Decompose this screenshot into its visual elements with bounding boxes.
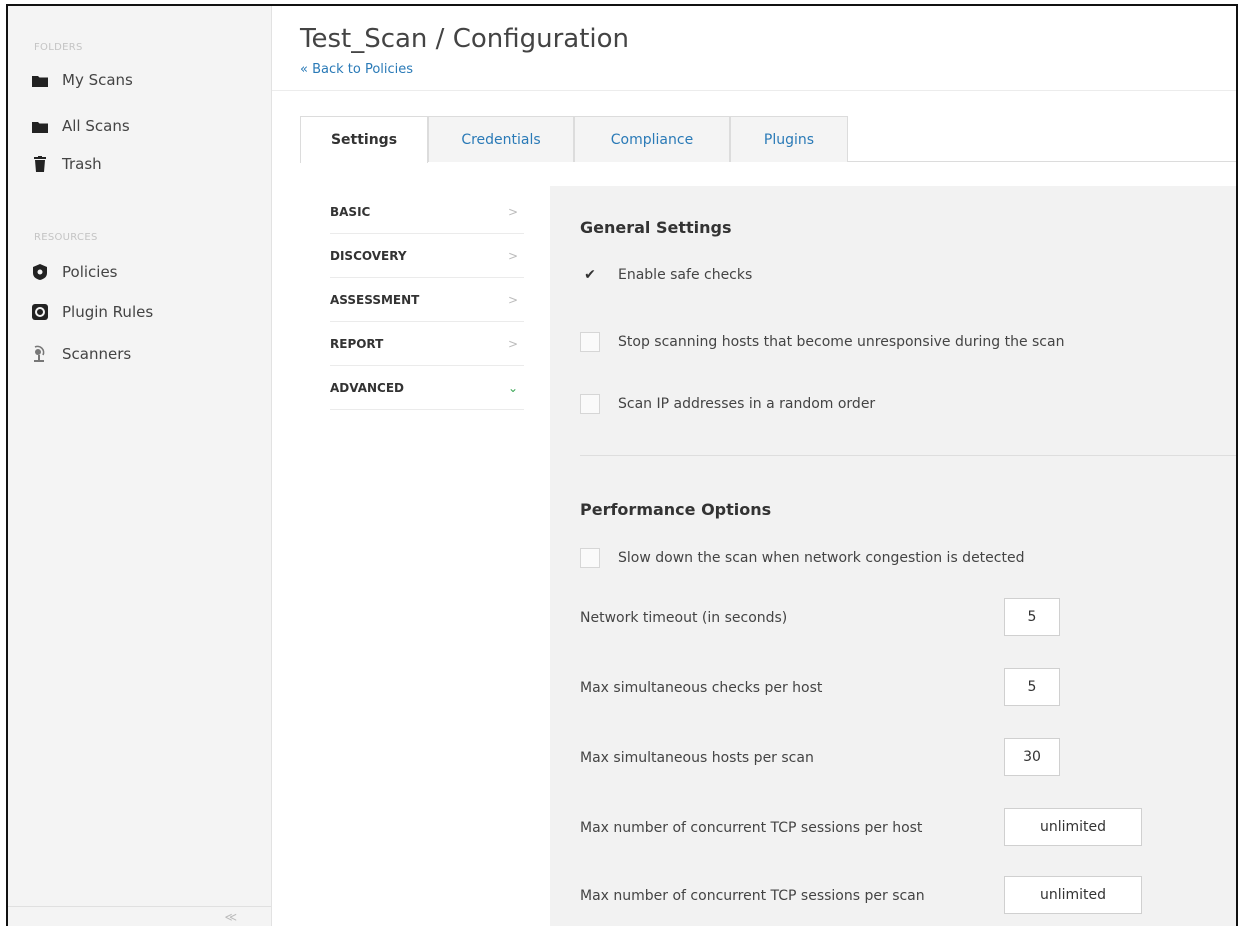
resources-section-label: RESOURCES [34,232,98,243]
settings-nav-advanced[interactable]: ADVANCED ⌄ [330,366,524,410]
max-tcp-sessions-per-scan-label: Max number of concurrent TCP sessions pe… [580,888,925,904]
option-label: Scan IP addresses in a random order [618,396,876,412]
page-title: Test_Scan / Configuration [300,24,630,54]
random-ip-order-option[interactable]: Scan IP addresses in a random order [580,394,875,414]
max-hosts-per-scan-label: Max simultaneous hosts per scan [580,750,814,766]
general-settings-heading: General Settings [580,218,732,237]
sidebar: FOLDERS My Scans All Scans Trash RESOURC… [8,6,272,926]
sidebar-item-trash[interactable]: Trash [32,150,102,178]
collapse-sidebar-icon[interactable]: ≪ [224,910,237,924]
settings-nav-label: BASIC [330,204,371,219]
network-timeout-label: Network timeout (in seconds) [580,610,788,626]
settings-nav-label: ASSESSMENT [330,292,420,307]
sidebar-item-scanners[interactable]: Scanners [32,340,131,368]
enable-safe-checks-option[interactable]: ✔ Enable safe checks [580,265,752,285]
max-hosts-per-scan-input[interactable] [1004,738,1060,776]
settings-nav-basic[interactable]: BASIC > [330,190,524,234]
slow-down-scan-option[interactable]: Slow down the scan when network congesti… [580,548,1024,568]
sidebar-item-label: Policies [62,263,118,281]
slow-down-scan-checkbox[interactable] [580,548,600,568]
section-divider [580,455,1236,456]
settings-nav-report[interactable]: REPORT > [330,322,524,366]
chevron-right-icon: > [507,292,518,307]
header-divider [272,90,1236,91]
trash-icon [32,156,48,172]
max-checks-per-host-input[interactable] [1004,668,1060,706]
sidebar-item-label: All Scans [62,117,130,135]
max-checks-per-host-label: Max simultaneous checks per host [580,680,823,696]
random-ip-order-checkbox[interactable] [580,394,600,414]
settings-nav-assessment[interactable]: ASSESSMENT > [330,278,524,322]
option-label: Enable safe checks [618,267,753,283]
max-tcp-sessions-per-scan-input[interactable] [1004,876,1142,914]
settings-nav-label: DISCOVERY [330,248,407,263]
shield-icon [32,264,48,280]
sidebar-footer: ≪ [8,906,271,926]
back-to-policies-link[interactable]: « Back to Policies [300,62,413,77]
option-label: Slow down the scan when network congesti… [618,550,1025,566]
network-timeout-input[interactable] [1004,598,1060,636]
settings-nav-label: REPORT [330,336,384,351]
folders-section-label: FOLDERS [34,42,83,53]
settings-nav-discovery[interactable]: DISCOVERY > [330,234,524,278]
option-label: Stop scanning hosts that become unrespon… [618,334,1065,350]
chevron-right-icon: > [507,248,518,263]
tab-credentials[interactable]: Credentials [428,116,574,162]
tab-bar: Settings Credentials Compliance Plugins [300,116,1236,163]
chevron-right-icon: > [507,336,518,351]
sidebar-item-label: Plugin Rules [62,303,154,321]
tab-settings[interactable]: Settings [300,116,428,163]
sidebar-item-all-scans[interactable]: All Scans [32,112,130,140]
folder-icon [32,72,48,88]
max-tcp-sessions-per-host-input[interactable] [1004,808,1142,846]
max-tcp-sessions-per-host-label: Max number of concurrent TCP sessions pe… [580,820,923,836]
sidebar-item-label: Scanners [62,345,132,363]
performance-options-heading: Performance Options [580,500,772,519]
sidebar-item-plugin-rules[interactable]: Plugin Rules [32,298,153,326]
chevron-down-icon: ⌄ [507,380,518,395]
folder-icon [32,118,48,134]
enable-safe-checks-checkbox[interactable]: ✔ [580,265,600,285]
plugin-rules-icon [32,304,48,320]
sidebar-item-label: Trash [62,155,102,173]
settings-nav-label: ADVANCED [330,380,405,395]
tab-compliance[interactable]: Compliance [574,116,730,162]
scanner-icon [32,345,48,362]
chevron-right-icon: > [507,204,518,219]
stop-unresponsive-hosts-option[interactable]: Stop scanning hosts that become unrespon… [580,332,1064,352]
stop-unresponsive-hosts-checkbox[interactable] [580,332,600,352]
sidebar-item-policies[interactable]: Policies [32,258,117,286]
app-window: FOLDERS My Scans All Scans Trash RESOURC… [6,4,1238,926]
sidebar-item-my-scans[interactable]: My Scans [32,66,133,94]
sidebar-item-label: My Scans [62,71,133,89]
tab-plugins[interactable]: Plugins [730,116,848,162]
